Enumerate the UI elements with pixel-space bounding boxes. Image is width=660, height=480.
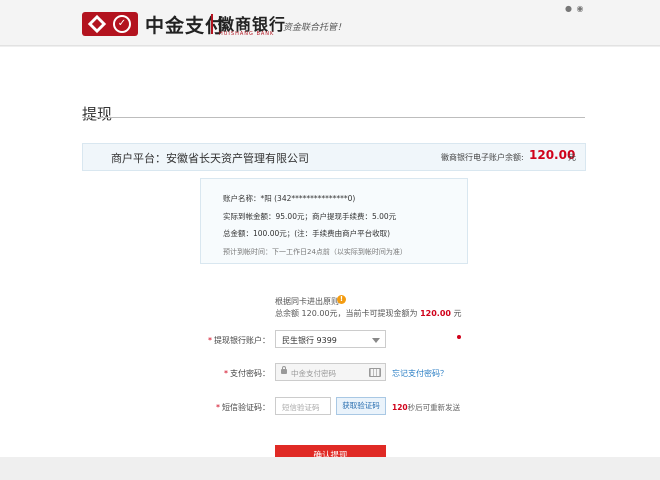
get-code-button[interactable]: 获取验证码 (336, 397, 386, 415)
circle-mark-icon: ✓ (113, 15, 131, 33)
brand-name: 中金支付 (145, 15, 226, 37)
bank-account-label-text: 提现银行账户： (214, 336, 270, 345)
countdown-suffix: 秒后可重新发送 (407, 403, 461, 412)
available-suffix: 元 (453, 309, 462, 318)
pay-password-placeholder: 中金支付密码 (291, 369, 336, 378)
brand-divider (211, 14, 213, 34)
info-icon[interactable]: ! (337, 295, 346, 304)
footer-area (0, 457, 660, 480)
expected-arrival: 预计到帐时间：下一工作日24点前（以实际到帐时间为准） (223, 248, 407, 256)
pay-password-label: * 支付密码： (180, 368, 270, 379)
pay-password-input[interactable]: 中金支付密码 (275, 363, 386, 381)
keyboard-icon[interactable] (369, 368, 381, 377)
resend-countdown: 120秒后可重新发送 (392, 402, 460, 413)
available-amount: 120.00 (420, 309, 451, 318)
required-dot (457, 335, 461, 339)
balance-unit: 元 (568, 153, 576, 162)
merchant-bar: 商户平台：安徽省长天资产管理有限公司 徽商银行电子账户余额: 120.00 元 (82, 143, 586, 171)
required-mark: * (216, 403, 220, 412)
wechat-icon[interactable]: ● (565, 4, 572, 13)
cfca-logo-icon: ✓ (82, 12, 138, 36)
sms-code-label-text: 短信验证码： (222, 403, 270, 412)
forgot-password-link[interactable]: 忘记支付密码？ (392, 368, 448, 379)
account-name: 账户名称：*阳 (342***************0) (223, 194, 356, 203)
required-mark: * (224, 369, 228, 378)
page-title: 提现 (82, 105, 113, 123)
actual-amount: 实际到帐金额：95.00元；商户提现手续费：5.00元 (223, 212, 397, 221)
withdraw-info-box: 账户名称：*阳 (342***************0) 实际到帐金额：95.… (200, 178, 468, 264)
slogan: 资金联合托管！ (283, 23, 347, 33)
lock-icon (281, 366, 287, 374)
sms-code-label: * 短信验证码： (180, 402, 270, 413)
sms-code-input[interactable]: 短信验证码 (275, 397, 331, 415)
social-icons: ● ◉ (565, 4, 586, 13)
bank-account-select[interactable]: 民生银行 9399 (275, 330, 386, 348)
available-prefix: 总余额 120.00元，当前卡可提现金额为 (275, 309, 418, 318)
bank-account-label: * 提现银行账户： (180, 335, 270, 346)
bank-subtitle: HUISHANG BANK (219, 31, 275, 37)
available-amount-line: 总余额 120.00元，当前卡可提现金额为 120.00 元 (275, 308, 462, 319)
required-mark: * (208, 336, 212, 345)
countdown-seconds: 120 (392, 403, 408, 412)
merchant-name: 商户平台：安徽省长天资产管理有限公司 (111, 152, 309, 165)
diamond-mark-icon (87, 14, 107, 34)
pay-password-label-text: 支付密码： (230, 369, 270, 378)
chevron-down-icon (372, 338, 380, 343)
title-divider (82, 117, 585, 118)
header-bar: ✓ 中金支付 徽商银行 HUISHANG BANK 资金联合托管！ ● ◉ (0, 0, 660, 46)
balance-label: 徽商银行电子账户余额: (441, 153, 524, 162)
sms-code-placeholder: 短信验证码 (282, 403, 320, 412)
weibo-icon[interactable]: ◉ (577, 4, 584, 13)
total-amount: 总金额：100.00元；(注：手续费由商户平台收取) (223, 229, 391, 238)
bank-account-value: 民生银行 9399 (282, 336, 337, 345)
same-card-rule-link[interactable]: 根据同卡进出原则 (275, 296, 339, 307)
main-panel: 提现 商户平台：安徽省长天资产管理有限公司 徽商银行电子账户余额: 120.00… (0, 47, 660, 467)
